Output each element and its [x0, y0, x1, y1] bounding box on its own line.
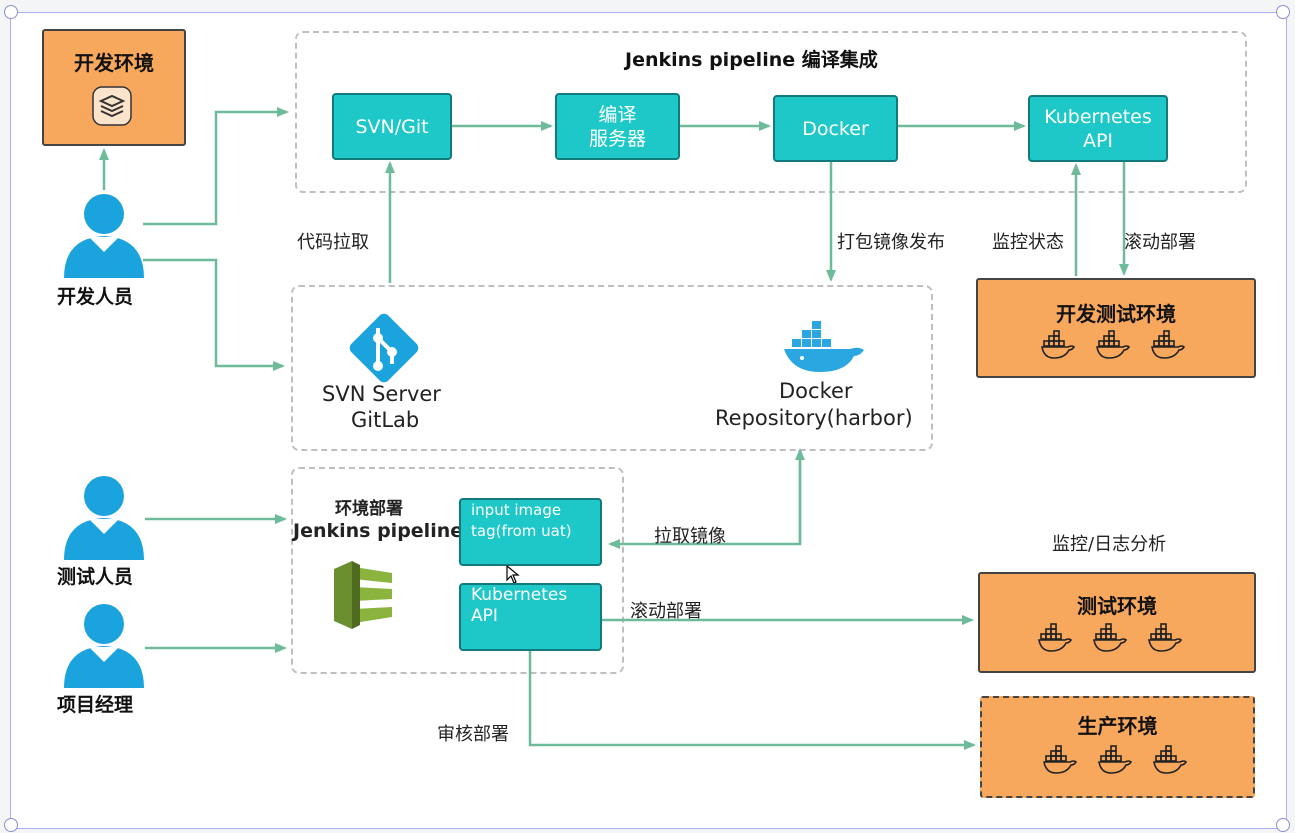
- input-tag-label-1: input image: [471, 501, 562, 519]
- mouse-cursor-icon: [506, 565, 520, 584]
- build-server-node[interactable]: 编译 服务器: [555, 93, 680, 160]
- monitor-log-label: 监控/日志分析: [1052, 534, 1167, 555]
- input-tag-label-2: tag(from uat): [471, 522, 572, 540]
- gitlab-label: GitLab: [351, 408, 420, 432]
- k8s-bottom-label-2: API: [471, 606, 498, 626]
- docker-container-icon: [1042, 745, 1078, 775]
- dev-env-box: 开发环境: [42, 29, 186, 146]
- build-server-label-1: 编译: [598, 103, 637, 126]
- build-server-label-2: 服务器: [588, 127, 646, 150]
- svn-server-label: SVN Server: [322, 382, 441, 406]
- dev-test-env-box: 开发测试环境: [976, 278, 1256, 378]
- docker-container-icon: [1147, 623, 1183, 653]
- pack-publish-label: 打包镜像发布: [837, 232, 945, 253]
- layers-icon: [92, 86, 132, 126]
- docker-container-icon: [1152, 745, 1188, 775]
- rolling-deploy-top-label: 滚动部署: [1124, 232, 1196, 253]
- arrow-dev-to-repo: [143, 258, 285, 371]
- rolling-deploy-bottom-label: 滚动部署: [630, 601, 702, 622]
- project-manager-person-icon: [59, 600, 149, 690]
- developer-label: 开发人员: [57, 286, 134, 308]
- monitor-status-label: 监控状态: [992, 232, 1064, 253]
- docker-repo-label-2: Repository(harbor): [715, 406, 913, 430]
- review-deploy-label: 审核部署: [437, 724, 509, 745]
- k8s-top-label-2: API: [1082, 129, 1114, 152]
- k8s-api-top-node[interactable]: Kubernetes API: [1028, 95, 1168, 162]
- svn-git-label: SVN/Git: [355, 115, 429, 138]
- dev-test-env-label: 开发测试环境: [1056, 302, 1176, 326]
- deploy-title-2: Jenkins pipeline: [293, 520, 464, 542]
- test-env-label: 测试环境: [1077, 594, 1157, 618]
- k8s-api-bottom-node[interactable]: Kubernetes API: [459, 583, 602, 651]
- docker-container-icon: [1037, 623, 1073, 653]
- svn-git-node[interactable]: SVN/Git: [332, 93, 452, 160]
- deploy-title-1: 环境部署: [335, 499, 403, 519]
- project-manager-label: 项目经理: [57, 694, 134, 716]
- pull-image-label: 拉取镜像: [654, 526, 726, 547]
- k8s-top-label-1: Kubernetes: [1044, 105, 1152, 128]
- tester-label: 测试人员: [57, 566, 134, 588]
- docker-node[interactable]: Docker: [773, 95, 898, 162]
- docker-label: Docker: [802, 117, 869, 140]
- developer-person-icon: [59, 190, 149, 280]
- input-image-tag-node[interactable]: input image tag(from uat): [459, 498, 602, 566]
- docker-repo-label-1: Docker: [779, 379, 853, 403]
- docker-container-icon: [1097, 745, 1133, 775]
- aws-codepipeline-icon: [334, 561, 392, 629]
- pipeline-title: Jenkins pipeline 编译集成: [625, 49, 878, 71]
- arrow-review-to-prod: [528, 650, 976, 750]
- docker-whale-icon: [784, 321, 864, 372]
- k8s-bottom-label-1: Kubernetes: [471, 585, 568, 605]
- code-pull-label: 代码拉取: [297, 232, 369, 253]
- docker-container-icon: [1150, 330, 1186, 360]
- tester-person-icon: [59, 472, 149, 562]
- prod-env-label: 生产环境: [1077, 714, 1158, 738]
- docker-container-icon: [1092, 623, 1128, 653]
- dev-env-label: 开发环境: [74, 51, 154, 75]
- docker-container-icon: [1095, 330, 1131, 360]
- git-icon: [349, 313, 419, 383]
- docker-container-icon: [1040, 330, 1076, 360]
